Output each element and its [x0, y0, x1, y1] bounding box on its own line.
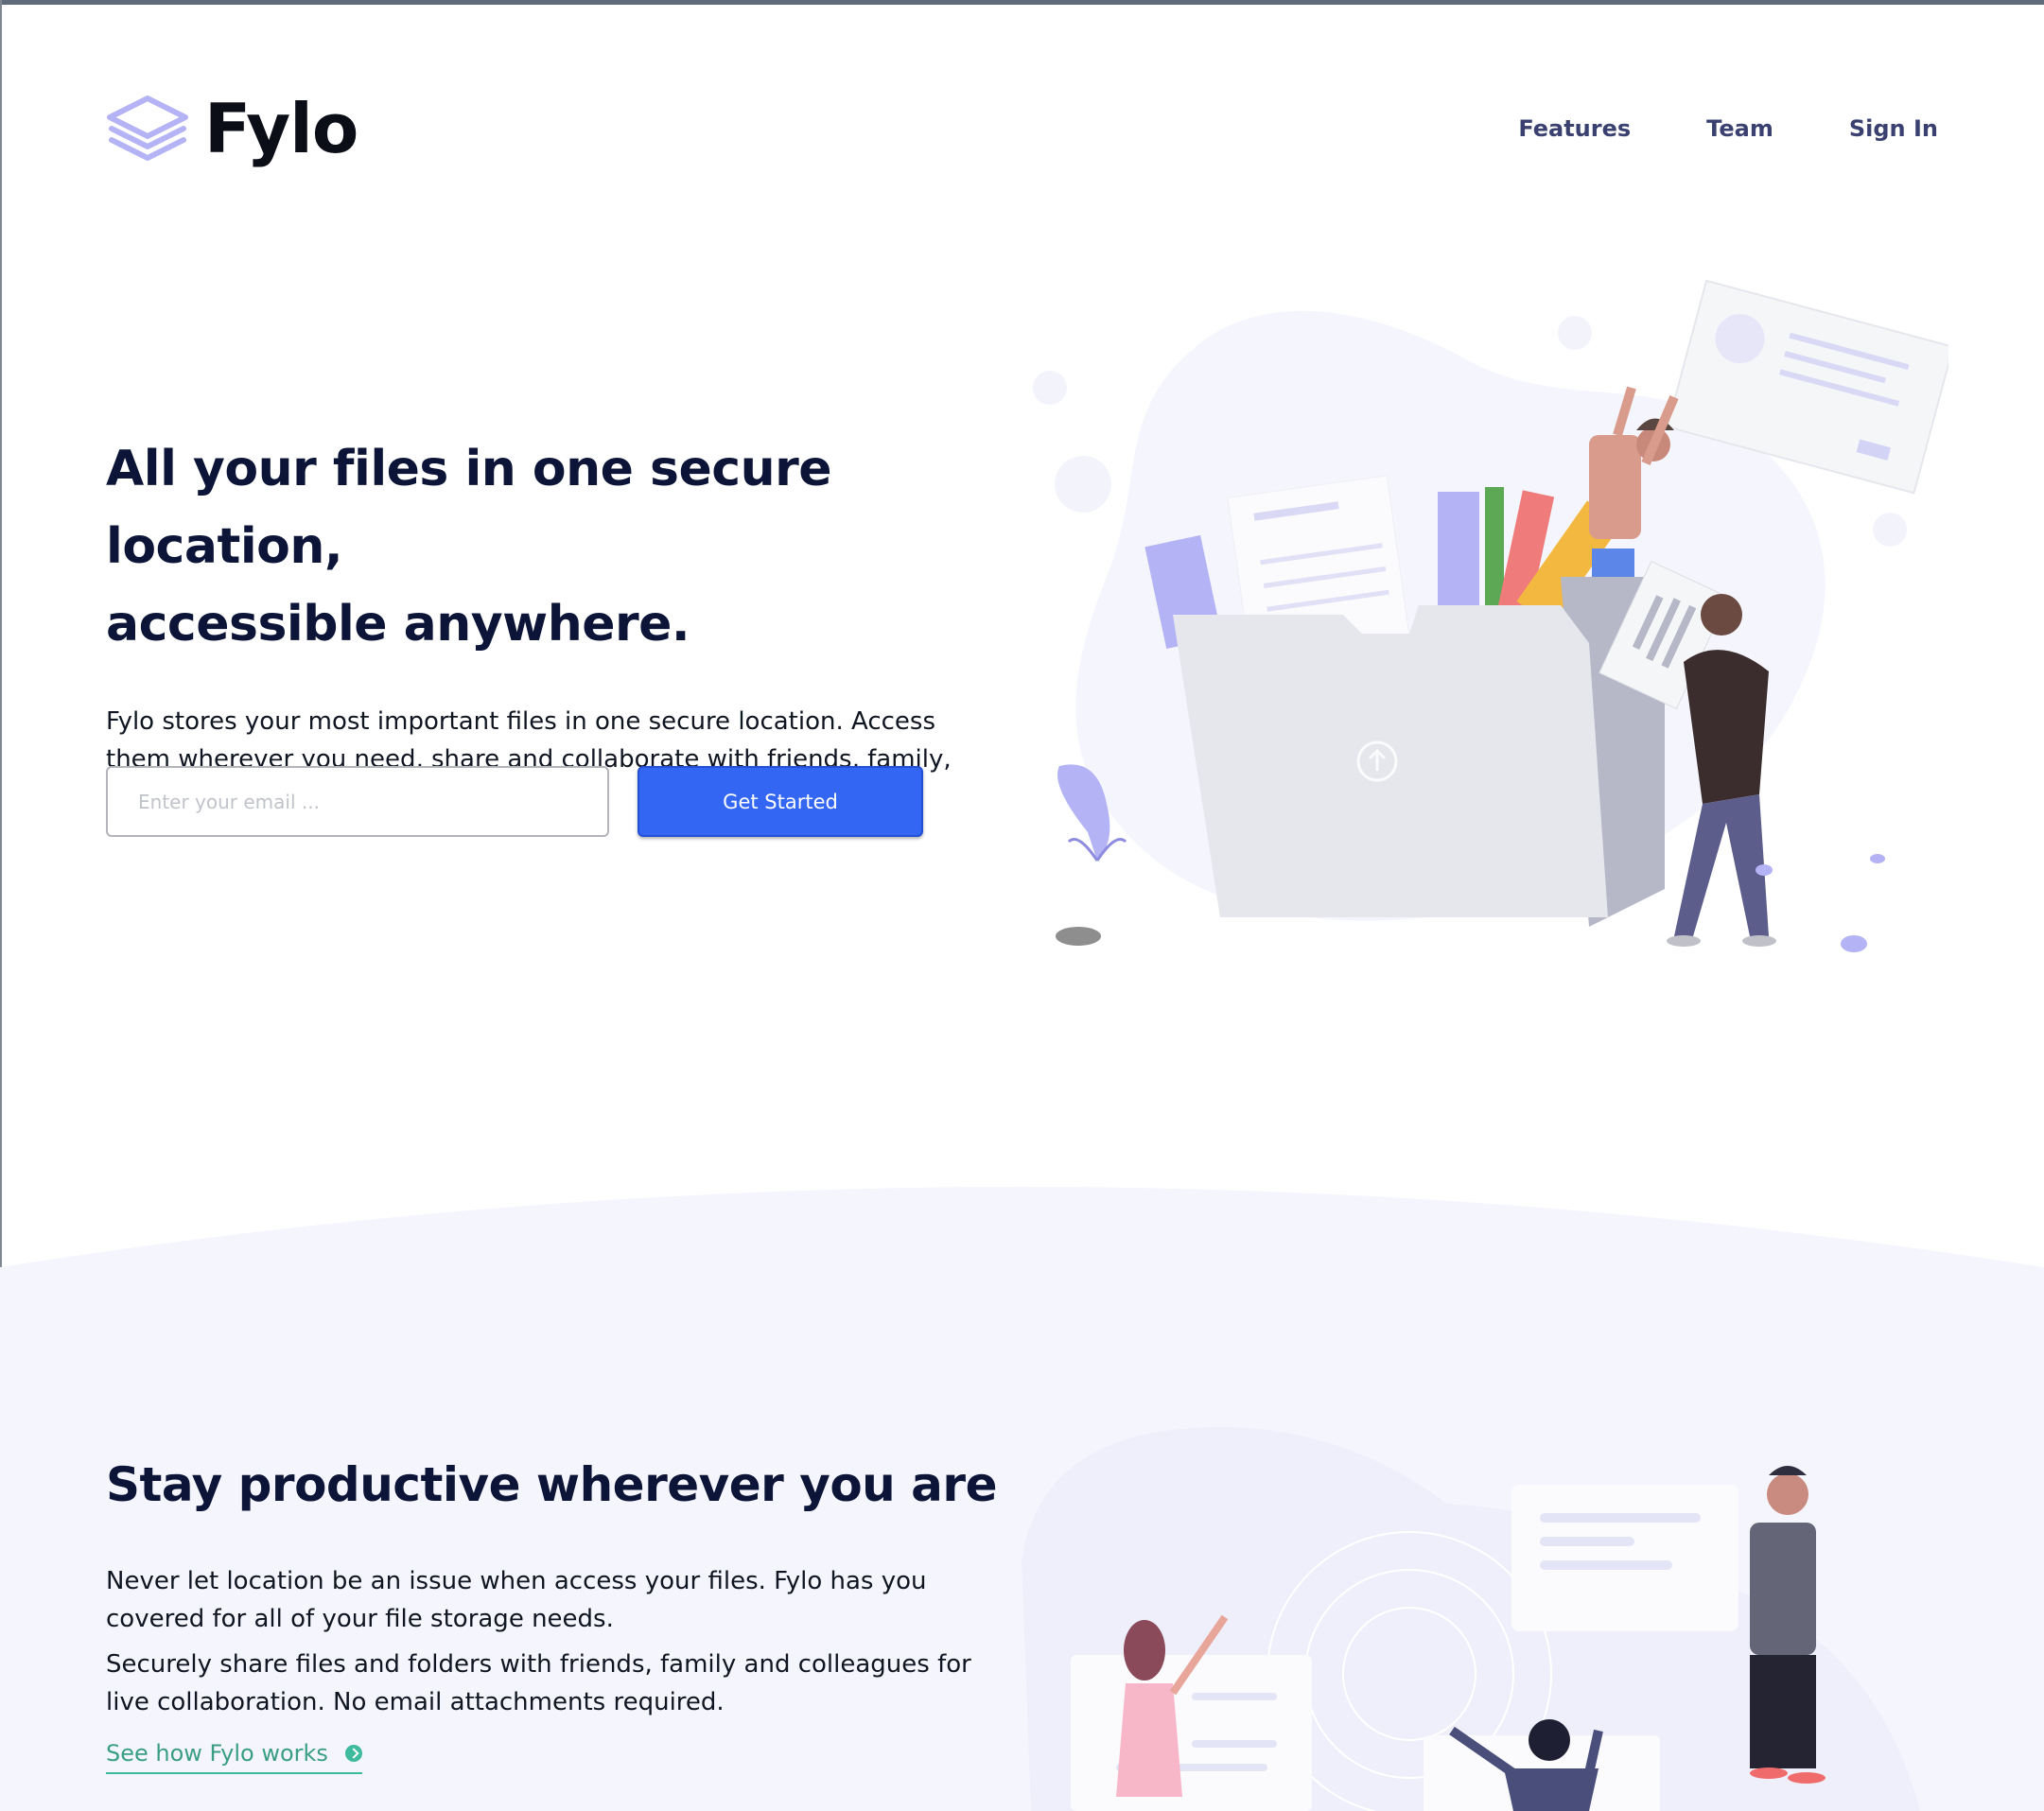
nav-features-link[interactable]: Features [1518, 115, 1631, 142]
productive-paragraph-2: Securely share files and folders with fr… [106, 1650, 971, 1716]
brand-name: Fylo [204, 89, 358, 168]
site-header: Fylo Features Team Sign In [106, 81, 1938, 176]
hero-title: All your files in one secure location, a… [106, 430, 995, 663]
hero-section: All your files in one secure location, a… [106, 430, 995, 816]
nav-signin-link[interactable]: Sign In [1849, 115, 1938, 142]
productive-paragraph-1: Never let location be an issue when acce… [106, 1567, 927, 1633]
hero-illustration [1033, 279, 1948, 952]
see-how-fylo-works-link[interactable]: See how Fylo works [106, 1740, 362, 1774]
logo[interactable]: Fylo [106, 81, 358, 176]
hero-title-line1: All your files in one secure location, [106, 441, 832, 575]
stacked-layers-icon [107, 96, 188, 161]
see-how-link-label: See how Fylo works [106, 1740, 328, 1767]
productive-illustration [1022, 1427, 1920, 1811]
get-started-button[interactable]: Get Started [638, 766, 923, 837]
hero-title-line2: accessible anywhere. [106, 596, 690, 653]
window-top-border [0, 0, 2044, 5]
productive-title: Stay productive wherever you are [106, 1457, 997, 1512]
email-input[interactable] [106, 766, 609, 837]
arrow-circle-icon [344, 1745, 362, 1762]
nav-team-link[interactable]: Team [1706, 115, 1773, 142]
productive-section: Stay productive wherever you are Never l… [106, 1447, 1014, 1774]
main-nav: Features Team Sign In [1518, 81, 1938, 176]
signup-form: Get Started [106, 766, 957, 837]
